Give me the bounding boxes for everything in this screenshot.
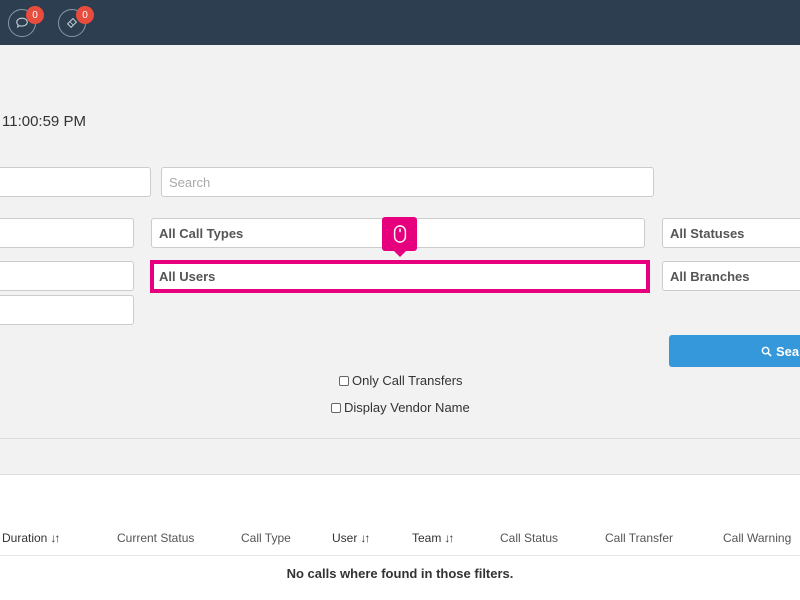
sort-icon: ↓↑ bbox=[50, 531, 60, 545]
current-time: 11:00:59 PM bbox=[2, 113, 86, 130]
users-select[interactable]: All Users bbox=[150, 260, 650, 293]
checkbox-box[interactable] bbox=[331, 402, 341, 413]
branches-select[interactable]: All Branches bbox=[662, 261, 800, 291]
left-filter-input-4[interactable] bbox=[0, 295, 134, 325]
column-header-duration[interactable]: Duration ↓↑ bbox=[2, 531, 60, 545]
column-header-call-warning: Call Warning bbox=[723, 531, 792, 545]
sort-icon: ↓↑ bbox=[444, 531, 454, 545]
only-transfers-label: Only Call Transfers bbox=[352, 373, 463, 388]
column-header-call-transfer: Call Transfer bbox=[605, 531, 674, 545]
column-header-user[interactable]: User ↓↑ bbox=[332, 531, 370, 545]
search-button[interactable]: Sear bbox=[669, 335, 800, 367]
display-vendor-label: Display Vendor Name bbox=[344, 400, 470, 415]
left-filter-input-2[interactable] bbox=[0, 218, 134, 248]
mouse-icon bbox=[382, 217, 417, 257]
sort-icon: ↓↑ bbox=[360, 531, 370, 545]
chat-icon[interactable]: 0 bbox=[8, 6, 44, 37]
checkbox-box[interactable] bbox=[339, 375, 349, 386]
section-divider bbox=[0, 438, 800, 439]
display-vendor-checkbox[interactable]: Display Vendor Name bbox=[331, 400, 470, 415]
search-button-label: Sear bbox=[776, 343, 800, 359]
empty-results-message: No calls where found in those filters. bbox=[286, 566, 514, 581]
top-navbar: 0 0 bbox=[0, 0, 800, 45]
only-transfers-checkbox[interactable]: Only Call Transfers bbox=[339, 373, 463, 388]
ticket-icon[interactable]: 0 bbox=[58, 6, 94, 37]
column-header-current-status: Current Status bbox=[117, 531, 195, 545]
search-input[interactable]: Search bbox=[161, 167, 654, 197]
column-header-team[interactable]: Team ↓↑ bbox=[412, 531, 454, 545]
table-header-separator bbox=[0, 555, 800, 556]
ticket-badge: 0 bbox=[76, 6, 94, 24]
column-header-call-type: Call Type bbox=[241, 531, 291, 545]
search-icon bbox=[761, 346, 772, 357]
left-filter-input-1[interactable] bbox=[0, 167, 151, 197]
chat-badge: 0 bbox=[26, 6, 44, 24]
statuses-select[interactable]: All Statuses bbox=[662, 218, 800, 248]
left-filter-input-3[interactable] bbox=[0, 261, 134, 291]
column-header-call-status: Call Status bbox=[500, 531, 559, 545]
